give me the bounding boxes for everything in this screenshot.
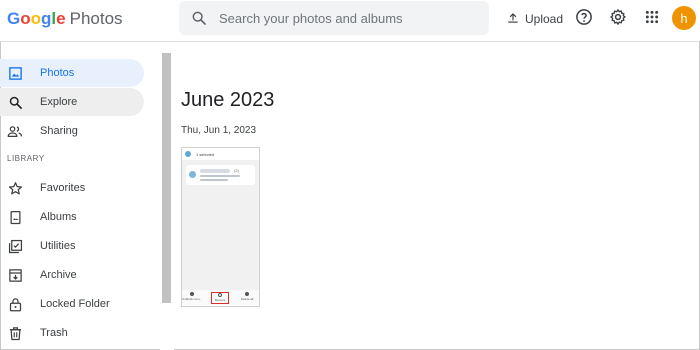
unblock-action: Unblock num... [182, 292, 203, 304]
action-label: Delete all [240, 297, 254, 301]
action-label: Restore [214, 298, 226, 302]
photo-icon [7, 65, 23, 81]
restore-action: Restore [211, 292, 229, 304]
photo-thumbnail[interactable]: 1 selected (2) Unblock num... Restore De… [181, 147, 260, 307]
product-name: Photos [69, 9, 123, 28]
sidebar-item-archive[interactable]: Archive [0, 261, 144, 289]
sidebar-item-label: Utilities [40, 240, 76, 252]
help-button[interactable] [571, 6, 597, 32]
check-icon [185, 151, 191, 157]
month-heading: June 2023 [181, 89, 275, 111]
sidebar-item-label: Photos [40, 67, 75, 79]
apps-grid-icon [644, 9, 660, 30]
library-heading: LIBRARY [7, 154, 45, 163]
date-heading[interactable]: Thu, Jun 1, 2023 [181, 125, 256, 136]
action-label: Unblock num... [182, 297, 203, 301]
search-icon [7, 94, 23, 110]
search-bar[interactable] [179, 1, 489, 35]
upload-button[interactable]: Upload [500, 6, 569, 32]
restore-icon [218, 293, 222, 297]
search-input[interactable] [219, 10, 469, 26]
trash-icon [7, 325, 23, 341]
sidebar: Photos Explore Sharing LIBRARY Favorites… [0, 43, 160, 350]
selected-count: 1 selected [196, 151, 215, 157]
settings-button[interactable] [605, 6, 631, 32]
google-wordmark: Google [7, 9, 66, 28]
blurred-name [200, 169, 230, 173]
upload-icon [506, 11, 520, 28]
photo-grid: June 2023 Thu, Jun 1, 2023 1 selected (2… [174, 43, 700, 350]
sidebar-item-label: Archive [40, 269, 77, 281]
sidebar-item-label: Favorites [40, 182, 86, 194]
contact-avatar [189, 171, 196, 178]
upload-label: Upload [525, 12, 564, 26]
star-icon [7, 180, 23, 196]
thumbnail-selection-bar: 1 selected [182, 148, 259, 160]
gear-icon [609, 8, 627, 31]
album-icon [7, 209, 23, 225]
search-icon[interactable] [179, 1, 219, 35]
sidebar-item-albums[interactable]: Albums [0, 203, 144, 231]
thumbnail-message-card: (2) [186, 165, 255, 185]
sidebar-item-locked-folder[interactable]: Locked Folder [0, 290, 144, 318]
account-avatar[interactable]: h [672, 6, 696, 30]
message-preview-line [200, 175, 240, 177]
top-bar: Google Photos Upload h [0, 0, 700, 42]
sidebar-item-utilities[interactable]: Utilities [0, 232, 144, 260]
sidebar-item-label: Locked Folder [40, 298, 110, 310]
google-photos-logo[interactable]: Google Photos [7, 9, 123, 29]
scrollbar-thumb[interactable] [162, 53, 171, 303]
apps-button[interactable] [639, 6, 665, 32]
archive-icon [7, 267, 23, 283]
trash-icon [245, 292, 249, 296]
thumbnail-action-bar: Unblock num... Restore Delete all [182, 290, 259, 306]
sidebar-item-label: Albums [40, 211, 77, 223]
utilities-icon [7, 238, 23, 254]
sidebar-item-sharing[interactable]: Sharing [0, 117, 144, 145]
people-icon [7, 123, 23, 139]
message-preview-line [200, 179, 228, 181]
sidebar-item-favorites[interactable]: Favorites [0, 174, 144, 202]
message-count: (2) [234, 168, 239, 173]
sidebar-item-label: Trash [40, 327, 68, 339]
lock-icon [7, 296, 23, 312]
help-icon [575, 8, 593, 31]
sidebar-item-photos[interactable]: Photos [0, 59, 144, 87]
sidebar-item-explore[interactable]: Explore [0, 88, 144, 116]
delete-action: Delete all [238, 292, 256, 304]
block-icon [190, 292, 194, 296]
sidebar-item-label: Sharing [40, 125, 78, 137]
sidebar-item-trash[interactable]: Trash [0, 319, 144, 347]
sidebar-item-label: Explore [40, 96, 78, 108]
